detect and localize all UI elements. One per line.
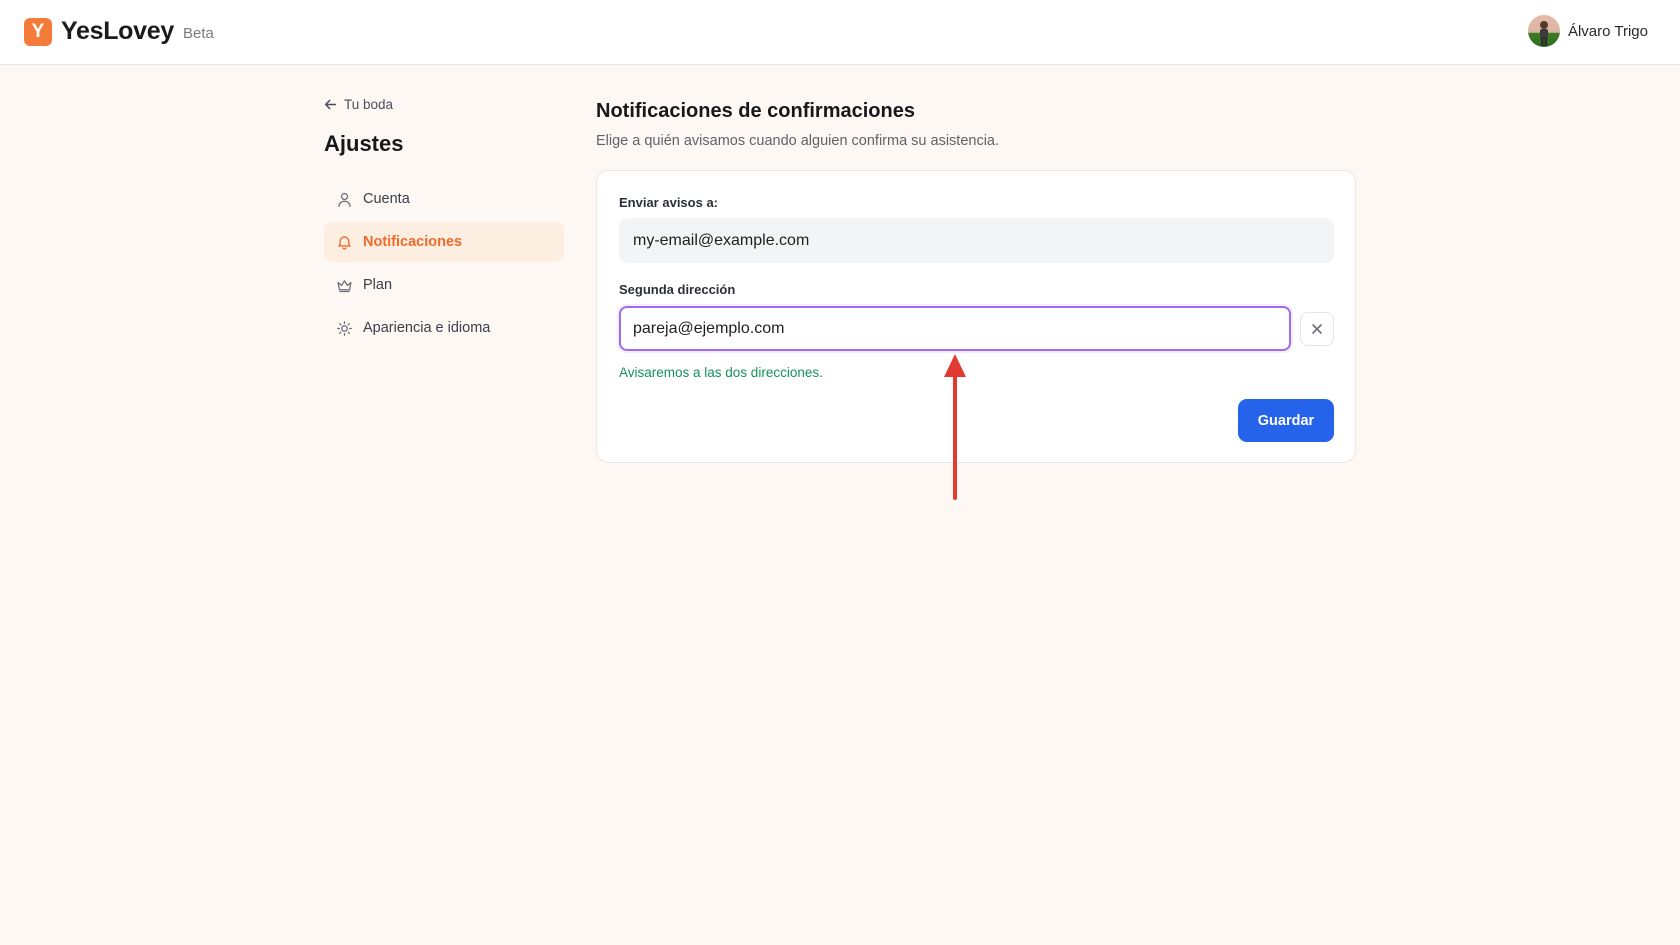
notifications-card: Enviar avisos a: Segunda dirección Avisa… [596, 170, 1356, 463]
arrow-left-icon [324, 99, 337, 110]
crown-icon [337, 279, 352, 292]
save-button[interactable]: Guardar [1238, 399, 1334, 442]
settings-nav: Cuenta Notificaciones Plan Apariencia e … [324, 179, 564, 351]
sidebar-item-cuenta[interactable]: Cuenta [324, 179, 564, 219]
primary-email-label: Enviar avisos a: [619, 195, 718, 210]
logo-icon: Y [24, 17, 52, 46]
success-hint: Avisaremos a las dos direcciones. [619, 365, 823, 380]
sidebar-item-label: Plan [363, 277, 393, 293]
sidebar-item-label: Apariencia e idioma [363, 320, 491, 336]
sun-icon [337, 320, 352, 336]
top-bar: Y YesLovey Beta Álvaro Trigo [0, 0, 1680, 65]
sidebar-item-apariencia[interactable]: Apariencia e idioma [324, 308, 564, 348]
settings-title: Ajustes [324, 131, 404, 156]
user-icon [338, 192, 351, 207]
annotation-arrow-icon [944, 354, 966, 500]
user-menu[interactable]: Álvaro Trigo [1527, 15, 1648, 47]
beta-badge: Beta [182, 25, 214, 42]
sidebar-item-notificaciones[interactable]: Notificaciones [324, 222, 564, 262]
sidebar-item-label: Cuenta [363, 191, 410, 207]
secondary-email-label: Segunda dirección [619, 282, 736, 297]
page-subtitle: Elige a quién avisamos cuando alguien co… [596, 133, 1000, 149]
bell-icon [338, 235, 351, 250]
user-name: Álvaro Trigo [1567, 22, 1648, 40]
avatar [1527, 15, 1560, 47]
back-link[interactable]: Tu boda [324, 97, 393, 112]
primary-email-field[interactable] [619, 218, 1334, 263]
back-link-label: Tu boda [344, 97, 394, 112]
brand[interactable]: Y YesLovey Beta [24, 17, 214, 46]
sidebar-item-label: Notificaciones [363, 234, 463, 250]
secondary-email-input[interactable] [619, 306, 1291, 351]
page-title: Notificaciones de confirmaciones [596, 100, 915, 122]
close-icon [1312, 324, 1322, 334]
sidebar-item-plan[interactable]: Plan [324, 265, 564, 305]
clear-secondary-button[interactable] [1300, 312, 1334, 346]
brand-name: YesLovey [61, 17, 174, 45]
